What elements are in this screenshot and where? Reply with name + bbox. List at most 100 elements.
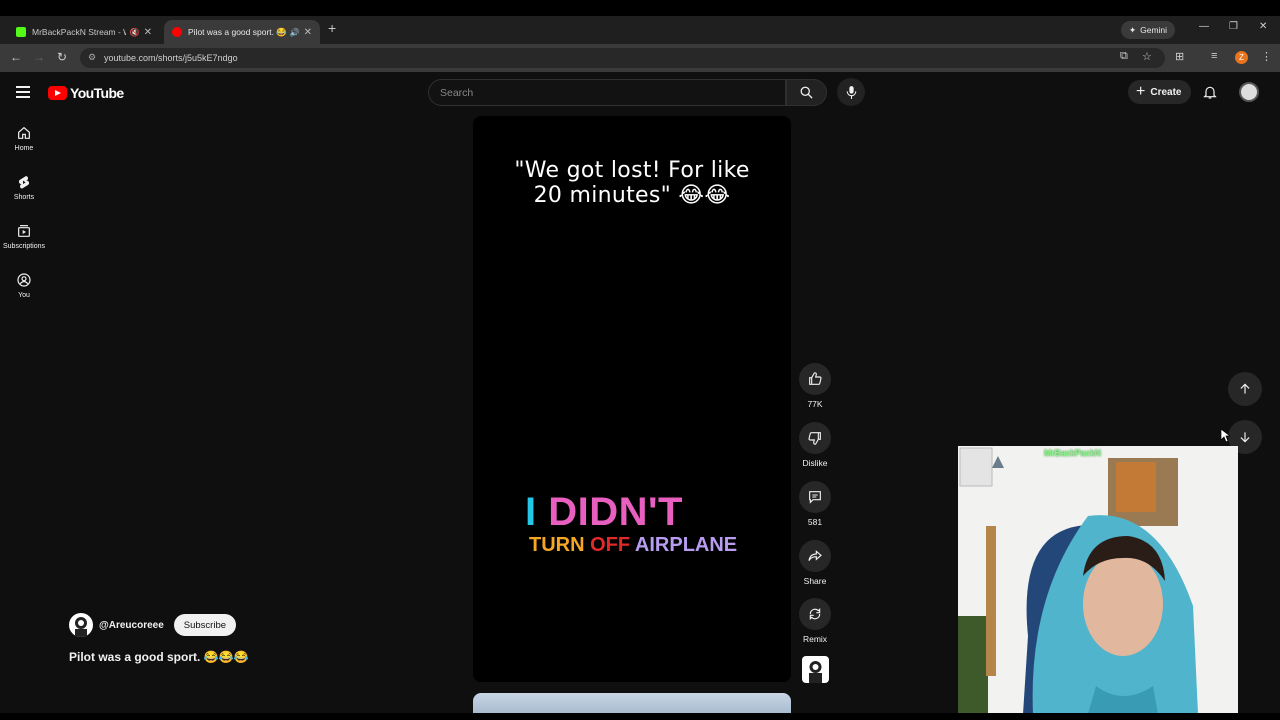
create-label: Create — [1150, 86, 1182, 98]
search-input[interactable]: Search — [428, 79, 786, 106]
you-icon — [17, 273, 31, 287]
sidebar-item-shorts[interactable]: Shorts — [0, 174, 48, 201]
sidebar-item-home[interactable]: Home — [0, 125, 48, 152]
sidebar-item-label: Subscriptions — [2, 243, 46, 250]
screen-top-edge — [0, 0, 1280, 16]
overlay-word: I — [525, 490, 549, 534]
like-button[interactable]: 77K — [798, 363, 832, 409]
comments-button[interactable]: 581 — [798, 481, 832, 527]
subscriptions-icon — [18, 225, 30, 237]
youtube-favicon-icon — [172, 27, 182, 37]
muted-icon[interactable]: 🔇 — [130, 28, 140, 37]
tab-title: Pilot was a good sport. 😂😂 — [188, 26, 286, 37]
sparkle-icon: ✦ — [1129, 24, 1137, 35]
comment-icon — [809, 491, 821, 504]
subscribe-button[interactable]: Subscribe — [173, 614, 237, 636]
home-icon — [18, 126, 30, 139]
share-icon — [808, 550, 822, 561]
gemini-button[interactable]: ✦ Gemini — [1121, 21, 1176, 39]
voice-search-button[interactable] — [837, 78, 865, 106]
youtube-logo[interactable]: YouTube — [48, 85, 124, 101]
short-video-player[interactable]: "We got lost! For like 20 minutes" 😂😂 I … — [473, 116, 791, 682]
account-avatar[interactable] — [1239, 82, 1259, 102]
bell-icon — [1203, 86, 1217, 99]
microphone-icon — [846, 85, 856, 99]
gemini-label: Gemini — [1140, 25, 1168, 35]
caption-line: 20 minutes" 😂😂 — [533, 183, 731, 208]
previous-short-button[interactable] — [1228, 372, 1262, 406]
address-bar[interactable]: youtube.com/shorts/j5u5kE7ndgo — [80, 48, 1165, 68]
arrow-down-icon — [1240, 432, 1250, 443]
browser-tab-stream[interactable]: MrBackPackN Stream - Wat 🔇 ✕ — [8, 20, 160, 44]
sidebar-item-label: Home — [14, 145, 34, 152]
search-button[interactable] — [786, 79, 827, 106]
screen-bottom-edge — [0, 713, 1280, 720]
bookmark-star-icon[interactable]: ☆ — [1142, 50, 1152, 63]
channel-logo-icon — [809, 661, 822, 683]
sidebar-item-label: You — [18, 292, 30, 299]
mouse-cursor-icon — [1221, 429, 1230, 443]
new-tab-icon[interactable]: + — [328, 20, 336, 36]
browser-tab-short[interactable]: Pilot was a good sport. 😂😂 🔊 ✕ — [164, 20, 320, 44]
comment-count: 581 — [807, 517, 823, 527]
search-icon — [800, 86, 813, 99]
share-label: Share — [803, 576, 827, 586]
close-tab-icon[interactable]: ✕ — [304, 27, 312, 38]
logo-text: YouTube — [70, 85, 124, 101]
overlay-word: TURN — [529, 534, 591, 556]
webcam-feed — [958, 446, 1238, 714]
youtube-play-icon — [48, 86, 67, 100]
thumbs-down-icon — [808, 432, 821, 445]
channel-info: @Areucoreee Subscribe — [69, 613, 237, 637]
notifications-button[interactable] — [1202, 84, 1218, 105]
video-caption: "We got lost! For like 20 minutes" 😂😂 — [473, 158, 791, 208]
remix-button[interactable]: Remix — [798, 598, 832, 644]
share-button[interactable]: Share — [798, 540, 832, 586]
overlay-text-line2: TURN OFF AIRPLANE — [529, 534, 737, 557]
streamer-name-tag: MrBackPackN — [1044, 448, 1101, 458]
channel-avatar[interactable] — [69, 613, 93, 637]
sidebar-item-you[interactable]: You — [0, 272, 48, 299]
webcam-overlay: MrBackPackN — [958, 446, 1238, 714]
dislike-label: Dislike — [802, 458, 828, 468]
dislike-button[interactable]: Dislike — [798, 422, 832, 468]
back-icon[interactable]: ← — [10, 50, 22, 64]
overlay-word: AIRPLANE — [634, 534, 738, 556]
remix-label: Remix — [802, 634, 828, 644]
forward-icon[interactable]: → — [33, 50, 45, 64]
close-tab-icon[interactable]: ✕ — [144, 27, 152, 38]
audio-playing-icon[interactable]: 🔊 — [290, 28, 300, 37]
sidebar-item-label: Shorts — [13, 194, 35, 201]
shorts-icon — [18, 176, 30, 189]
remix-icon — [809, 607, 821, 621]
search-placeholder: Search — [440, 86, 474, 99]
site-info-icon[interactable]: ⚙ — [88, 52, 96, 63]
caption-line: "We got lost! For like — [514, 158, 750, 183]
guide-menu-icon[interactable] — [16, 86, 30, 98]
audio-source-thumbnail[interactable] — [802, 656, 829, 683]
tab-title: MrBackPackN Stream - Wat — [32, 27, 126, 37]
kick-icon — [16, 27, 26, 37]
channel-name[interactable]: @Areucoreee — [99, 620, 164, 631]
url-text: youtube.com/shorts/j5u5kE7ndgo — [104, 53, 238, 63]
plus-icon: + — [1136, 83, 1146, 100]
install-app-icon[interactable]: ⧉ — [1120, 50, 1128, 63]
browser-profile-avatar[interactable]: Z — [1235, 51, 1248, 64]
browser-menu-icon[interactable]: ⋮ — [1261, 50, 1272, 63]
media-controls-icon[interactable]: ≡ — [1211, 50, 1217, 62]
overlay-word: OFF — [590, 534, 635, 556]
like-count: 77K — [807, 399, 823, 409]
channel-logo-icon — [75, 617, 87, 637]
create-button[interactable]: + Create — [1128, 80, 1192, 104]
video-title: Pilot was a good sport. 😂😂😂 — [69, 650, 249, 664]
restore-icon[interactable]: ❐ — [1229, 21, 1238, 32]
extensions-icon[interactable]: ⊞ — [1175, 50, 1184, 63]
arrow-up-icon — [1240, 383, 1250, 394]
thumbs-up-icon — [809, 372, 822, 385]
sidebar-item-subscriptions[interactable]: Subscriptions — [0, 223, 48, 250]
overlay-word: DIDN'T — [548, 490, 683, 534]
close-window-icon[interactable]: ✕ — [1259, 21, 1267, 32]
minimize-icon[interactable]: — — [1199, 21, 1209, 32]
overlay-text-line1: I DIDN'T — [525, 490, 683, 535]
reload-icon[interactable]: ↻ — [57, 50, 67, 64]
